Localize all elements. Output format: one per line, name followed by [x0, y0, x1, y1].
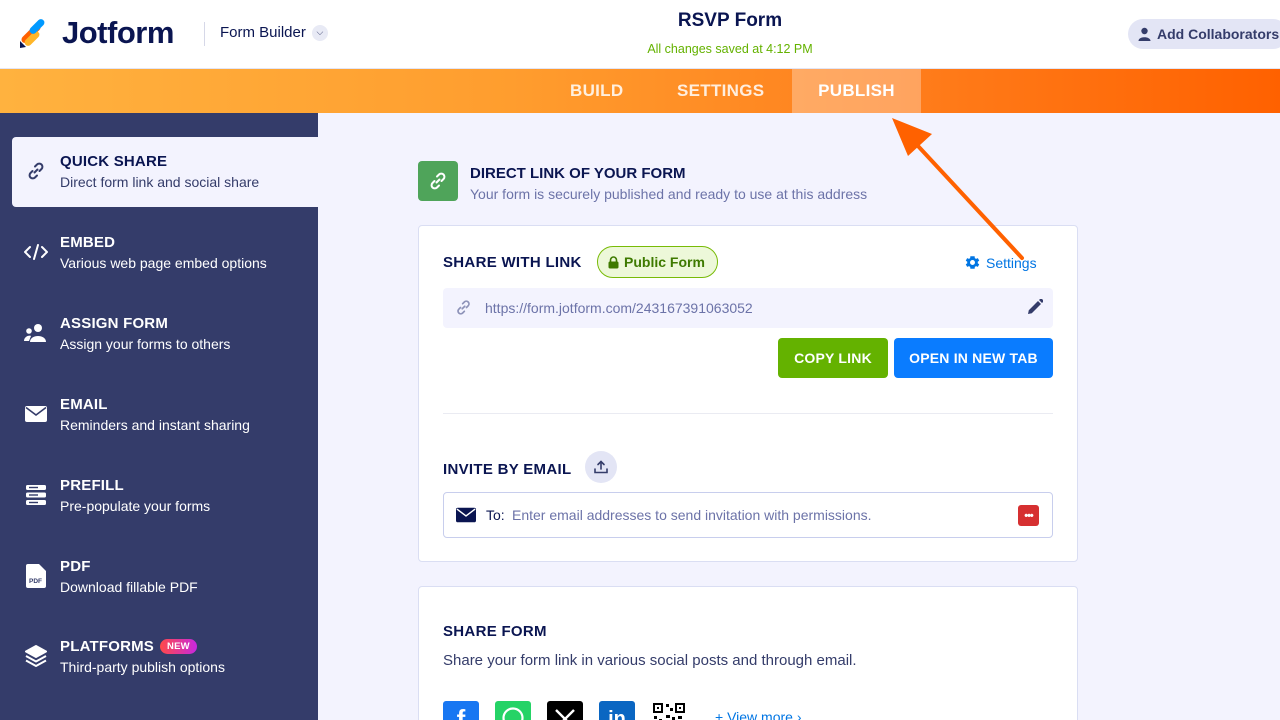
share-form-card: SHARE FORM Share your form link in vario… [418, 586, 1078, 720]
builder-nav-bar: BUILD SETTINGS PUBLISH [0, 69, 1280, 113]
lock-icon [608, 255, 619, 268]
jotform-logo[interactable]: Jotform [18, 15, 174, 51]
envelope-icon [24, 402, 48, 426]
sidebar-item-embed[interactable]: EMBED Various web page embed options [0, 218, 318, 288]
form-url-field[interactable]: https://form.jotform.com/243167391063052 [443, 288, 1053, 328]
sidebar-item-subtitle: Pre-populate your forms [60, 498, 211, 514]
form-title[interactable]: RSVP Form [560, 10, 900, 32]
invite-by-email-title: INVITE BY EMAIL [443, 461, 572, 478]
sidebar-item-subtitle: Various web page embed options [60, 255, 267, 271]
svg-text:PDF: PDF [29, 578, 42, 585]
sidebar-item-subtitle: Direct form link and social share [60, 174, 260, 190]
view-more-link[interactable]: + View more › [715, 709, 802, 720]
sidebar-item-subtitle: Download fillable PDF [60, 579, 198, 595]
users-icon [24, 321, 48, 345]
code-icon [24, 240, 48, 264]
platforms-title: PLATFORMS [60, 638, 155, 655]
sidebar-item-email[interactable]: EMAIL Reminders and instant sharing [0, 380, 318, 450]
public-form-label: Public Form [624, 254, 705, 270]
sidebar-item-title: PDF [60, 558, 91, 575]
add-collaborators-button[interactable]: Add Collaborators [1128, 19, 1280, 49]
header-divider [204, 22, 205, 46]
sidebar-item-platforms[interactable]: PLATFORMS NEW Third-party publish options [0, 622, 318, 692]
facebook-icon[interactable]: f [443, 701, 479, 720]
qr-code-icon[interactable] [651, 701, 687, 720]
share-form-subtitle: Share your form link in various social p… [443, 652, 857, 669]
direct-link-title: DIRECT LINK OF YOUR FORM [470, 165, 686, 182]
pdf-icon: PDF [24, 564, 48, 588]
annotation-arrow-icon [892, 118, 1024, 260]
sidebar-item-title: QUICK SHARE [60, 153, 168, 170]
direct-link-icon [418, 161, 458, 201]
chevron-down-icon: ⌵ [311, 24, 328, 41]
to-label: To: [486, 507, 505, 523]
sidebar-item-title: EMBED [60, 234, 116, 251]
open-in-new-tab-button[interactable]: OPEN IN NEW TAB [894, 338, 1053, 378]
sidebar-item-prefill[interactable]: PREFILL Pre-populate your forms [0, 461, 318, 531]
layers-icon [24, 644, 48, 668]
direct-link-subtitle: Your form is securely published and read… [470, 186, 868, 202]
form-title-area: RSVP Form All changes saved at 4:12 PM [560, 10, 900, 56]
prefill-icon [24, 483, 48, 507]
user-icon [1138, 27, 1151, 41]
linkedin-icon[interactable]: in [599, 701, 635, 720]
link-icon [24, 159, 48, 183]
jotform-logo-icon [20, 19, 45, 48]
share-form-title: SHARE FORM [443, 623, 547, 640]
copy-link-button[interactable]: COPY LINK [778, 338, 888, 378]
card-divider [443, 413, 1053, 414]
save-status: All changes saved at 4:12 PM [647, 42, 813, 56]
sidebar-item-title: ASSIGN FORM [60, 315, 169, 332]
app-header: Jotform Form Builder ⌵ RSVP Form All cha… [0, 0, 1280, 69]
share-link-card: SHARE WITH LINK Public Form Settings htt… [418, 225, 1078, 562]
upload-contacts-button[interactable] [585, 451, 617, 483]
tab-build[interactable]: BUILD [570, 69, 623, 113]
pencil-icon[interactable] [1027, 299, 1043, 315]
upload-icon [594, 460, 608, 474]
sidebar-item-subtitle: Assign your forms to others [60, 336, 231, 352]
share-with-link-title: SHARE WITH LINK [443, 254, 582, 271]
form-builder-dropdown[interactable]: Form Builder ⌵ [220, 24, 328, 41]
x-icon[interactable] [547, 701, 583, 720]
sidebar-item-subtitle: Third-party publish options [60, 659, 225, 675]
logo-text: Jotform [62, 15, 174, 50]
sidebar-item-quick-share[interactable]: QUICK SHARE Direct form link and social … [12, 137, 318, 207]
form-builder-label: Form Builder [220, 24, 306, 41]
email-addresses-input[interactable] [512, 503, 1002, 527]
form-url-text: https://form.jotform.com/243167391063052 [485, 300, 753, 316]
invite-email-field[interactable]: To: ••• [443, 492, 1053, 538]
whatsapp-icon[interactable] [495, 701, 531, 720]
sidebar-item-subtitle: Reminders and instant sharing [60, 417, 250, 433]
sidebar-item-assign-form[interactable]: ASSIGN FORM Assign your forms to others [0, 299, 318, 369]
envelope-icon [456, 507, 476, 523]
password-manager-icon[interactable]: ••• [1018, 505, 1039, 526]
sidebar-item-title: EMAIL [60, 396, 108, 413]
tab-settings[interactable]: SETTINGS [677, 69, 764, 113]
sidebar-item-pdf[interactable]: PDF PDF Download fillable PDF [0, 542, 318, 612]
public-form-badge[interactable]: Public Form [597, 246, 718, 278]
tab-publish[interactable]: PUBLISH [792, 69, 921, 113]
link-icon [457, 300, 470, 315]
sidebar-item-title: PLATFORMS NEW [60, 638, 197, 655]
new-badge: NEW [160, 639, 197, 654]
publish-sidebar: QUICK SHARE Direct form link and social … [0, 113, 318, 720]
add-collaborators-label: Add Collaborators [1157, 26, 1280, 42]
sidebar-item-title: PREFILL [60, 477, 124, 494]
